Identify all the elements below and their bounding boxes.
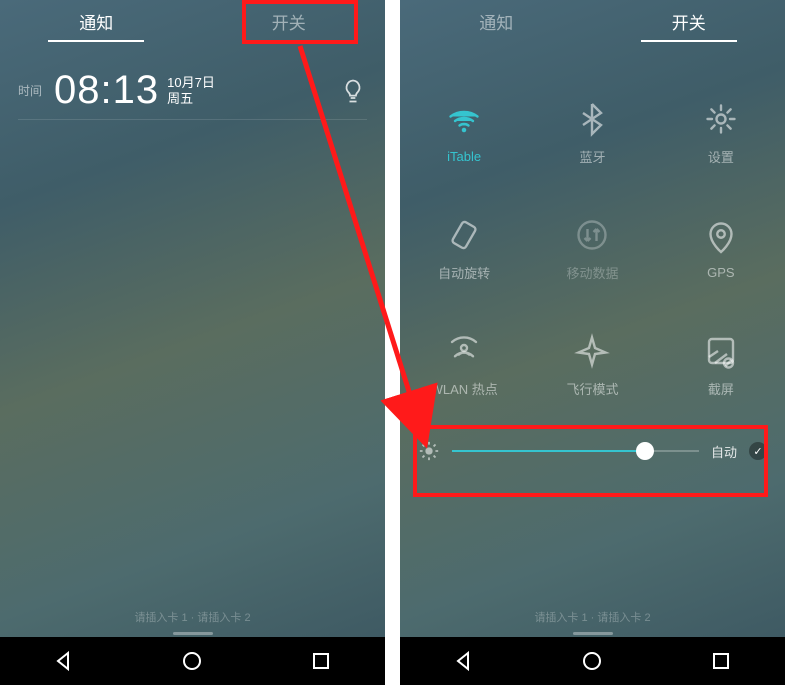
home-icon[interactable]	[580, 649, 604, 673]
rotate-icon	[446, 217, 482, 253]
toggle-mobiledata[interactable]: 移动数据	[528, 194, 656, 304]
mobiledata-icon	[574, 217, 610, 253]
toggle-settings[interactable]: 设置	[657, 78, 785, 188]
date-value: 10月7日	[167, 75, 215, 91]
tab-toggles[interactable]: 开关	[193, 0, 386, 48]
brightness-auto-label: 自动	[711, 442, 737, 461]
time-label: 时间	[18, 82, 42, 99]
toggle-hotspot[interactable]: WLAN 热点	[400, 310, 528, 420]
weekday-value: 周五	[167, 91, 215, 107]
toggle-gps[interactable]: GPS	[657, 194, 785, 304]
toggle-label: 蓝牙	[579, 147, 605, 166]
tab-bar: 通知 开关	[400, 0, 785, 48]
toggle-label: 截屏	[708, 379, 734, 398]
nav-bar	[0, 637, 385, 685]
bluetooth-icon	[574, 101, 610, 137]
toggle-screenshot[interactable]: 截屏	[657, 310, 785, 420]
brightness-thumb[interactable]	[636, 442, 654, 460]
brightness-slider[interactable]	[452, 450, 699, 452]
toggle-label: 飞行模式	[566, 379, 618, 398]
toggle-label: WLAN 热点	[431, 379, 498, 398]
airplane-icon	[574, 333, 610, 369]
wifi-icon	[446, 103, 482, 139]
panel-handle[interactable]	[573, 632, 613, 635]
toggle-label: 自动旋转	[438, 263, 490, 282]
toggle-airplane[interactable]: 飞行模式	[528, 310, 656, 420]
toggle-bluetooth[interactable]: 蓝牙	[528, 78, 656, 188]
brightness-auto-checkbox[interactable]: ✓	[749, 442, 767, 460]
date-block: 10月7日 周五	[167, 75, 215, 106]
back-icon[interactable]	[52, 649, 76, 673]
phone-toggles: 通知 开关 iTable 蓝牙 设置 自动旋转 移动数据 GPS	[400, 0, 785, 685]
tab-notifications[interactable]: 通知	[400, 0, 593, 48]
brightness-fill	[452, 450, 645, 452]
toggle-wifi[interactable]: iTable	[400, 78, 528, 188]
brightness-row: 自动 ✓	[418, 440, 767, 462]
brightness-icon	[418, 440, 440, 462]
toggle-label: iTable	[447, 149, 481, 164]
hotspot-icon	[446, 333, 482, 369]
gear-icon	[703, 101, 739, 137]
sim-hint: 请插入卡 1 · 请插入卡 2	[0, 609, 385, 625]
home-icon[interactable]	[180, 649, 204, 673]
recent-icon[interactable]	[309, 649, 333, 673]
tab-notifications[interactable]: 通知	[0, 0, 193, 48]
toggle-label: GPS	[707, 265, 734, 280]
clock-row: 时间 08:13 10月7日 周五	[0, 48, 385, 119]
toggle-label: 移动数据	[566, 263, 618, 282]
tab-toggles[interactable]: 开关	[593, 0, 786, 48]
sim-hint: 请插入卡 1 · 请插入卡 2	[400, 609, 785, 625]
recent-icon[interactable]	[709, 649, 733, 673]
panel-handle[interactable]	[173, 632, 213, 635]
screenshot-icon	[703, 333, 739, 369]
toggle-label: 设置	[708, 147, 734, 166]
divider	[18, 119, 367, 120]
toggle-autorotate[interactable]: 自动旋转	[400, 194, 528, 304]
tab-bar: 通知 开关	[0, 0, 385, 48]
quick-toggle-grid: iTable 蓝牙 设置 自动旋转 移动数据 GPS WLAN 热点 飞行模式	[400, 48, 785, 420]
time-value: 08:13	[54, 68, 159, 113]
gps-icon	[703, 219, 739, 255]
back-icon[interactable]	[452, 649, 476, 673]
nav-bar	[400, 637, 785, 685]
phone-notifications: 通知 开关 时间 08:13 10月7日 周五 请插入卡 1 · 请插入卡 2	[0, 0, 385, 685]
bulb-icon[interactable]	[339, 77, 367, 105]
